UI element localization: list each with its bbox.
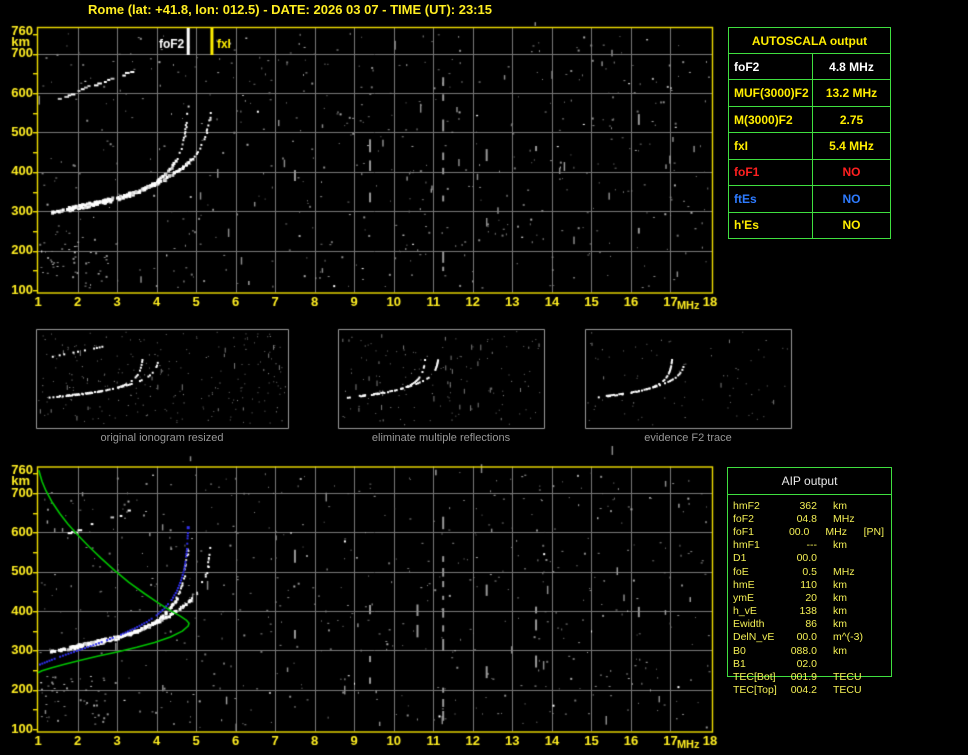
aip-name: foE: [727, 566, 787, 578]
autoscala-row-value: 2.75: [813, 107, 890, 132]
aip-value: 02.0: [787, 658, 817, 670]
aip-row-yme: ymE20 km: [727, 591, 892, 604]
station-title: Rome (lat: +41.8, lon: 012.5) - DATE: 20…: [88, 2, 492, 17]
aip-unit: km: [833, 539, 875, 551]
aip-value: 362: [787, 500, 817, 512]
aip-name: ymE: [727, 592, 787, 604]
autoscala-row-value: 13.2 MHz: [813, 80, 890, 105]
aip-name: TEC[Bot]: [727, 671, 787, 683]
aip-name: foF2: [727, 513, 787, 525]
autoscala-row-fof1: foF1NO: [729, 160, 890, 186]
aip-row-tecbot: TEC[Bot]001.9 TECU: [727, 670, 892, 683]
aip-name: hmF1: [727, 539, 787, 551]
aip-name: D1: [727, 552, 787, 564]
autoscala-table-rows: foF24.8 MHzMUF(3000)F213.2 MHzM(3000)F22…: [729, 54, 890, 238]
thumbnail-caption-eliminate: eliminate multiple reflections: [338, 432, 544, 444]
autoscala-row-value: NO: [813, 160, 890, 185]
autoscala-output-table: AUTOSCALA output foF24.8 MHzMUF(3000)F21…: [728, 27, 891, 239]
aip-value: 86: [787, 618, 817, 630]
aip-row-fof2: foF204.8 MHz: [727, 512, 892, 525]
aip-row-b1: B102.0: [727, 657, 892, 670]
aip-value: 088.0: [787, 645, 817, 657]
aip-unit: TECU: [833, 684, 875, 696]
aip-name: DelN_vE: [727, 631, 787, 643]
autoscala-row-fxi: fxI5.4 MHz: [729, 133, 890, 159]
aip-unit: km: [833, 605, 875, 617]
aip-value: 138: [787, 605, 817, 617]
aip-row-hve: h_vE138 km: [727, 605, 892, 618]
aip-unit: km: [833, 579, 875, 591]
autoscala-row-label: foF1: [729, 160, 813, 185]
aip-unit: MHz: [825, 526, 863, 538]
aip-value: 001.9: [787, 671, 817, 683]
aip-row-foe: foE0.5 MHz: [727, 565, 892, 578]
autoscala-table-header: AUTOSCALA output: [729, 28, 890, 54]
aip-name: B0: [727, 645, 787, 657]
autoscala-row-label: foF2: [729, 54, 813, 79]
autoscala-row-fof2: foF24.8 MHz: [729, 54, 890, 80]
autoscala-row-label: M(3000)F2: [729, 107, 813, 132]
aip-unit: km: [833, 645, 875, 657]
aip-row-delnve: DelN_vE00.0 m^(-3): [727, 631, 892, 644]
aip-unit: km: [833, 500, 875, 512]
autoscala-window: Rome (lat: +41.8, lon: 012.5) - DATE: 20…: [0, 0, 968, 755]
aip-name: Ewidth: [727, 618, 787, 630]
aip-unit: MHz: [833, 566, 875, 578]
aip-unit: m^(-3): [833, 631, 875, 643]
autoscala-row-label: h'Es: [729, 213, 813, 238]
aip-value: 00.0: [782, 526, 809, 538]
aip-unit: km: [833, 618, 875, 630]
aip-row-b0: B0088.0 km: [727, 644, 892, 657]
autoscala-row-value: 5.4 MHz: [813, 133, 890, 158]
aip-row-ewidth: Ewidth86 km: [727, 618, 892, 631]
autoscala-row-value: 4.8 MHz: [813, 54, 890, 79]
aip-extra: [PN]: [864, 526, 892, 538]
autoscala-row-ftes: ftEsNO: [729, 186, 890, 212]
aip-value: 20: [787, 592, 817, 604]
aip-value: 00.0: [787, 631, 817, 643]
aip-value: 00.0: [787, 552, 817, 564]
aip-unit: MHz: [833, 513, 875, 525]
aip-value: ---: [787, 539, 817, 551]
autoscala-row-muf3000f2: MUF(3000)F213.2 MHz: [729, 80, 890, 106]
aip-value: 04.8: [787, 513, 817, 525]
aip-unit: km: [833, 592, 875, 604]
autoscala-row-label: ftEs: [729, 186, 813, 211]
aip-name: B1: [727, 658, 787, 670]
aip-row-tectop: TEC[Top]004.2 TECU: [727, 684, 892, 697]
aip-value: 110: [787, 579, 817, 591]
aip-table-header: AIP output: [727, 467, 892, 495]
aip-name: hmF2: [727, 500, 787, 512]
aip-name: TEC[Top]: [727, 684, 787, 696]
aip-row-d1: D100.0: [727, 552, 892, 565]
thumbnail-caption-evidence: evidence F2 trace: [585, 432, 791, 444]
aip-row-fof1: foF100.0 MHz[PN]: [727, 525, 892, 538]
aip-row-hmf1: hmF1--- km: [727, 539, 892, 552]
aip-name: h_vE: [727, 605, 787, 617]
aip-value: 004.2: [787, 684, 817, 696]
aip-table-rows: hmF2362kmfoF204.8MHzfoF100.0MHz[PN]hmF1-…: [727, 499, 892, 697]
aip-row-hme: hmE110 km: [727, 578, 892, 591]
aip-row-hmf2: hmF2362 km: [727, 499, 892, 512]
thumbnail-caption-original: original ionogram resized: [36, 432, 288, 444]
autoscala-row-label: MUF(3000)F2: [729, 80, 813, 105]
aip-name: foF1: [727, 526, 782, 538]
aip-name: hmE: [727, 579, 787, 591]
aip-unit: TECU: [833, 671, 875, 683]
autoscala-row-value: NO: [813, 186, 890, 211]
autoscala-row-label: fxI: [729, 133, 813, 158]
autoscala-row-m3000f2: M(3000)F22.75: [729, 107, 890, 133]
autoscala-row-value: NO: [813, 213, 890, 238]
aip-value: 0.5: [787, 566, 817, 578]
autoscala-row-hes: h'EsNO: [729, 213, 890, 238]
